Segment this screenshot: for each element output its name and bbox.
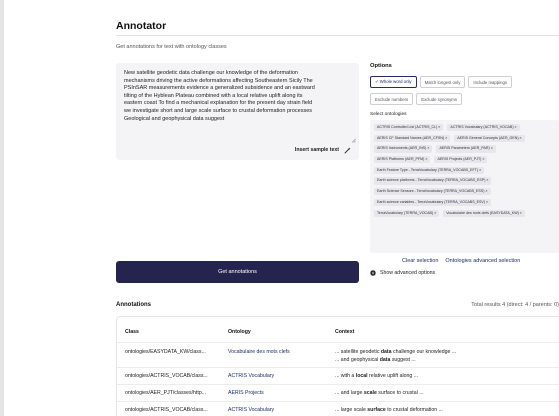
text-line: we investigate short and large scale sur… <box>124 107 313 114</box>
page-subtitle: Get annotations for text with ontology c… <box>116 44 227 50</box>
chip-row: TerraVocabulary (TERRA_VOCAB) × Vocabula… <box>374 209 555 217</box>
chip-row: AERIS Platforms (AER_PFM) × AERIS Projec… <box>374 156 555 164</box>
context-line: ... and geophysical data suggest ... <box>335 356 416 363</box>
context-cell: ... satellite geodetic data challenge ou… <box>335 349 456 363</box>
ontology-chip[interactable]: Earth science platforms - TerraVocabular… <box>374 177 492 185</box>
class-cell[interactable]: ontologies/AER_PJT/classes/http... <box>125 390 206 396</box>
left-edge-divider <box>0 0 4 416</box>
chip-row: ACTRIS Controlled List (ACTRIS_CL) × ACT… <box>374 124 555 132</box>
annotations-table: Class Ontology Context ontologies/EASYDA… <box>116 316 559 416</box>
show-advanced-options-label: Show advanced options <box>380 270 436 276</box>
class-cell[interactable]: ontologies/ACTRIS_VOCAB/class... <box>125 373 208 379</box>
ontology-chip[interactable]: TerraVocabulary (TERRA_VOCAB) × <box>374 209 440 217</box>
chip-row: AERIS CF Standard Names (AER_CFSN) × AER… <box>374 134 555 142</box>
options-heading: Options <box>370 63 392 69</box>
select-ontologies-label: Select ontologies <box>370 112 407 117</box>
table-header-row: Class Ontology Context <box>117 329 559 343</box>
ontology-chip[interactable]: Earth Science Sensors - TerraVocabulary … <box>374 188 491 196</box>
options-row: ✓ Whole word only Match longest only Inc… <box>370 76 513 88</box>
insert-sample-text-link[interactable]: Insert sample text <box>295 147 339 153</box>
column-header-ontology[interactable]: Ontology <box>228 329 251 335</box>
ontology-chip[interactable]: AERIS Projects (AER_PJT) × <box>434 156 488 164</box>
ontology-chip[interactable]: AERIS General Concepts (AER_GEN) × <box>454 134 525 142</box>
context-cell: ... and large scale surface to crustal .… <box>335 390 424 396</box>
options-row: Exclude numbers Exclude synonyms <box>370 93 463 105</box>
chip-row: Earth Science Sensors - TerraVocabulary … <box>374 188 555 196</box>
ontology-select-box[interactable]: ACTRIS Controlled List (ACTRIS_CL) × ACT… <box>370 120 559 253</box>
include-mappings-toggle[interactable]: Include mappings <box>468 76 513 88</box>
ontology-chip[interactable]: ACTRIS Controlled List (ACTRIS_CL) × <box>374 124 444 132</box>
ontology-link[interactable]: ACTRIS Vocabulary <box>228 407 274 413</box>
text-line: PSInSAR measurements evidence a generali… <box>124 85 315 92</box>
column-header-context[interactable]: Context <box>335 329 354 335</box>
chip-row: Earth Feature Type - TerraVocabulary (TE… <box>374 166 555 175</box>
row-divider <box>117 401 559 402</box>
column-header-class[interactable]: Class <box>125 329 139 335</box>
total-results-text: Total results 4 (direct: 4 / parents: 0) <box>471 302 559 308</box>
input-text-card: New satellite geodetic data challenge ou… <box>116 63 359 160</box>
class-cell[interactable]: ontologies/ACTRIS_VOCAB/class... <box>125 407 208 413</box>
ontology-chip[interactable]: AERIS Platforms (AER_PFM) × <box>374 156 431 164</box>
gear-icon <box>370 270 376 276</box>
ontology-chip[interactable]: ACTRIS Vocabulary (ACTRIS_VOCAB) × <box>447 124 520 132</box>
annotations-heading: Annotations <box>116 302 151 308</box>
text-line: New satellite geodetic data challenge ou… <box>124 70 298 76</box>
row-divider <box>117 342 559 343</box>
match-longest-only-toggle[interactable]: Match longest only <box>419 76 466 88</box>
chip-row: Earth science platforms - TerraVocabular… <box>374 177 555 185</box>
context-cell: ... with a local relative uplift along .… <box>335 373 419 379</box>
ontology-chip[interactable]: Earth Feature Type - TerraVocabulary (TE… <box>374 166 485 175</box>
magic-wand-icon[interactable] <box>344 147 351 154</box>
context-line: ... satellite geodetic data challenge ou… <box>335 349 457 355</box>
class-cell[interactable]: ontologies/EASYDATA_KW/class... <box>125 349 206 355</box>
chip-row: AERIS Instruments (AER_INS) × AERIS Para… <box>374 145 555 153</box>
clear-selection-link[interactable]: Clear selection <box>402 258 438 264</box>
ontologies-advanced-selection-link[interactable]: Ontologies advanced selection <box>445 258 520 264</box>
text-line: Geological and geophysical data suggest <box>124 115 225 122</box>
chip-row: Earth science variables - TerraVocabular… <box>374 198 555 207</box>
row-divider <box>117 384 559 385</box>
row-divider <box>117 367 559 368</box>
ontology-chip[interactable]: AERIS Instruments (AER_INS) × <box>374 145 433 153</box>
show-advanced-options[interactable]: Show advanced options <box>370 270 435 276</box>
input-textarea[interactable]: New satellite geodetic data challenge ou… <box>124 70 354 123</box>
ontology-chip[interactable]: AERIS CF Standard Names (AER_CFSN) × <box>374 134 451 142</box>
ontology-chip[interactable]: Vocabulaire des mots clefs (EASYDATA_KW)… <box>443 209 525 217</box>
exclude-synonyms-toggle[interactable]: Exclude synonyms <box>416 93 463 105</box>
context-cell: ... large scale surface to crustal defor… <box>335 407 443 413</box>
page-title: Annotator <box>116 20 167 32</box>
title-divider <box>116 35 559 36</box>
text-line: mechanisms driving the active deformatio… <box>124 77 313 84</box>
whole-word-only-toggle[interactable]: ✓ Whole word only <box>370 76 417 88</box>
selection-actions: Clear selection Ontologies advanced sele… <box>402 258 520 264</box>
get-annotations-button[interactable]: Get annotations <box>116 261 359 283</box>
ontology-link[interactable]: ACTRIS Vocabulary <box>228 373 274 379</box>
ontology-link[interactable]: AERIS Projects <box>228 390 264 396</box>
resize-grip-icon[interactable] <box>351 138 356 143</box>
ontology-link[interactable]: Vocabulaire des mots clefs <box>228 349 290 355</box>
ontology-chip[interactable]: AERIS Parameters (AER_PAR) × <box>436 145 496 153</box>
exclude-numbers-toggle[interactable]: Exclude numbers <box>370 93 414 105</box>
text-line: tilting of the Hyblean Plateau combined … <box>124 92 303 99</box>
ontology-chip[interactable]: Earth science variables - TerraVocabular… <box>374 198 492 207</box>
text-line: eastern coast To find a mechanical expla… <box>124 100 313 107</box>
